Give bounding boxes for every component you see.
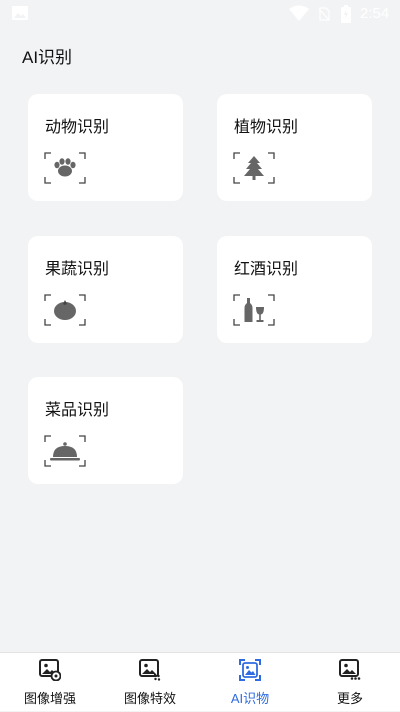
wine-icon [233, 294, 275, 326]
tomato-icon [44, 294, 86, 326]
page-title: AI识别 [22, 48, 73, 67]
image-enhance-icon [39, 659, 61, 681]
nav-label: 图像特效 [123, 691, 176, 706]
image-effects-icon [139, 659, 161, 681]
nav-item-more[interactable]: 更多 [300, 653, 400, 712]
nav-label: 更多 [336, 691, 363, 706]
status-time: 2:54 [360, 5, 390, 22]
card-label: 菜品识别 [45, 402, 110, 419]
nav-label: AI识物 [230, 691, 270, 706]
dish-cloche-icon [44, 435, 86, 467]
card-wine-recognition[interactable]: 红酒识别 [217, 236, 372, 343]
card-label: 红酒识别 [234, 261, 299, 278]
nav-item-image-enhance[interactable]: 图像增强 [0, 653, 100, 712]
card-label: 动物识别 [45, 119, 110, 136]
nav-label: 图像增强 [23, 691, 76, 706]
nav-item-ai-recognize[interactable]: AI识物 [200, 653, 300, 712]
nav-item-image-effects[interactable]: 图像特效 [100, 653, 200, 712]
image-notification-icon [12, 6, 28, 20]
battery-icon [341, 5, 351, 23]
card-label: 果蔬识别 [45, 261, 110, 278]
no-sim-icon [318, 7, 330, 21]
card-dish-recognition[interactable]: 菜品识别 [28, 377, 183, 484]
paw-icon [44, 152, 86, 184]
bottom-nav: 图像增强 图像特效 AI识物 更多 [0, 652, 400, 711]
card-fruit-vegetable-recognition[interactable]: 果蔬识别 [28, 236, 183, 343]
card-plant-recognition[interactable]: 植物识别 [217, 94, 372, 201]
ai-recognize-icon [239, 659, 261, 681]
card-animal-recognition[interactable]: 动物识别 [28, 94, 183, 201]
tree-icon [233, 152, 275, 184]
card-label: 植物识别 [234, 119, 299, 136]
more-icon [339, 659, 361, 680]
status-bar: 2:54 [0, 0, 400, 28]
wifi-icon [289, 5, 309, 21]
